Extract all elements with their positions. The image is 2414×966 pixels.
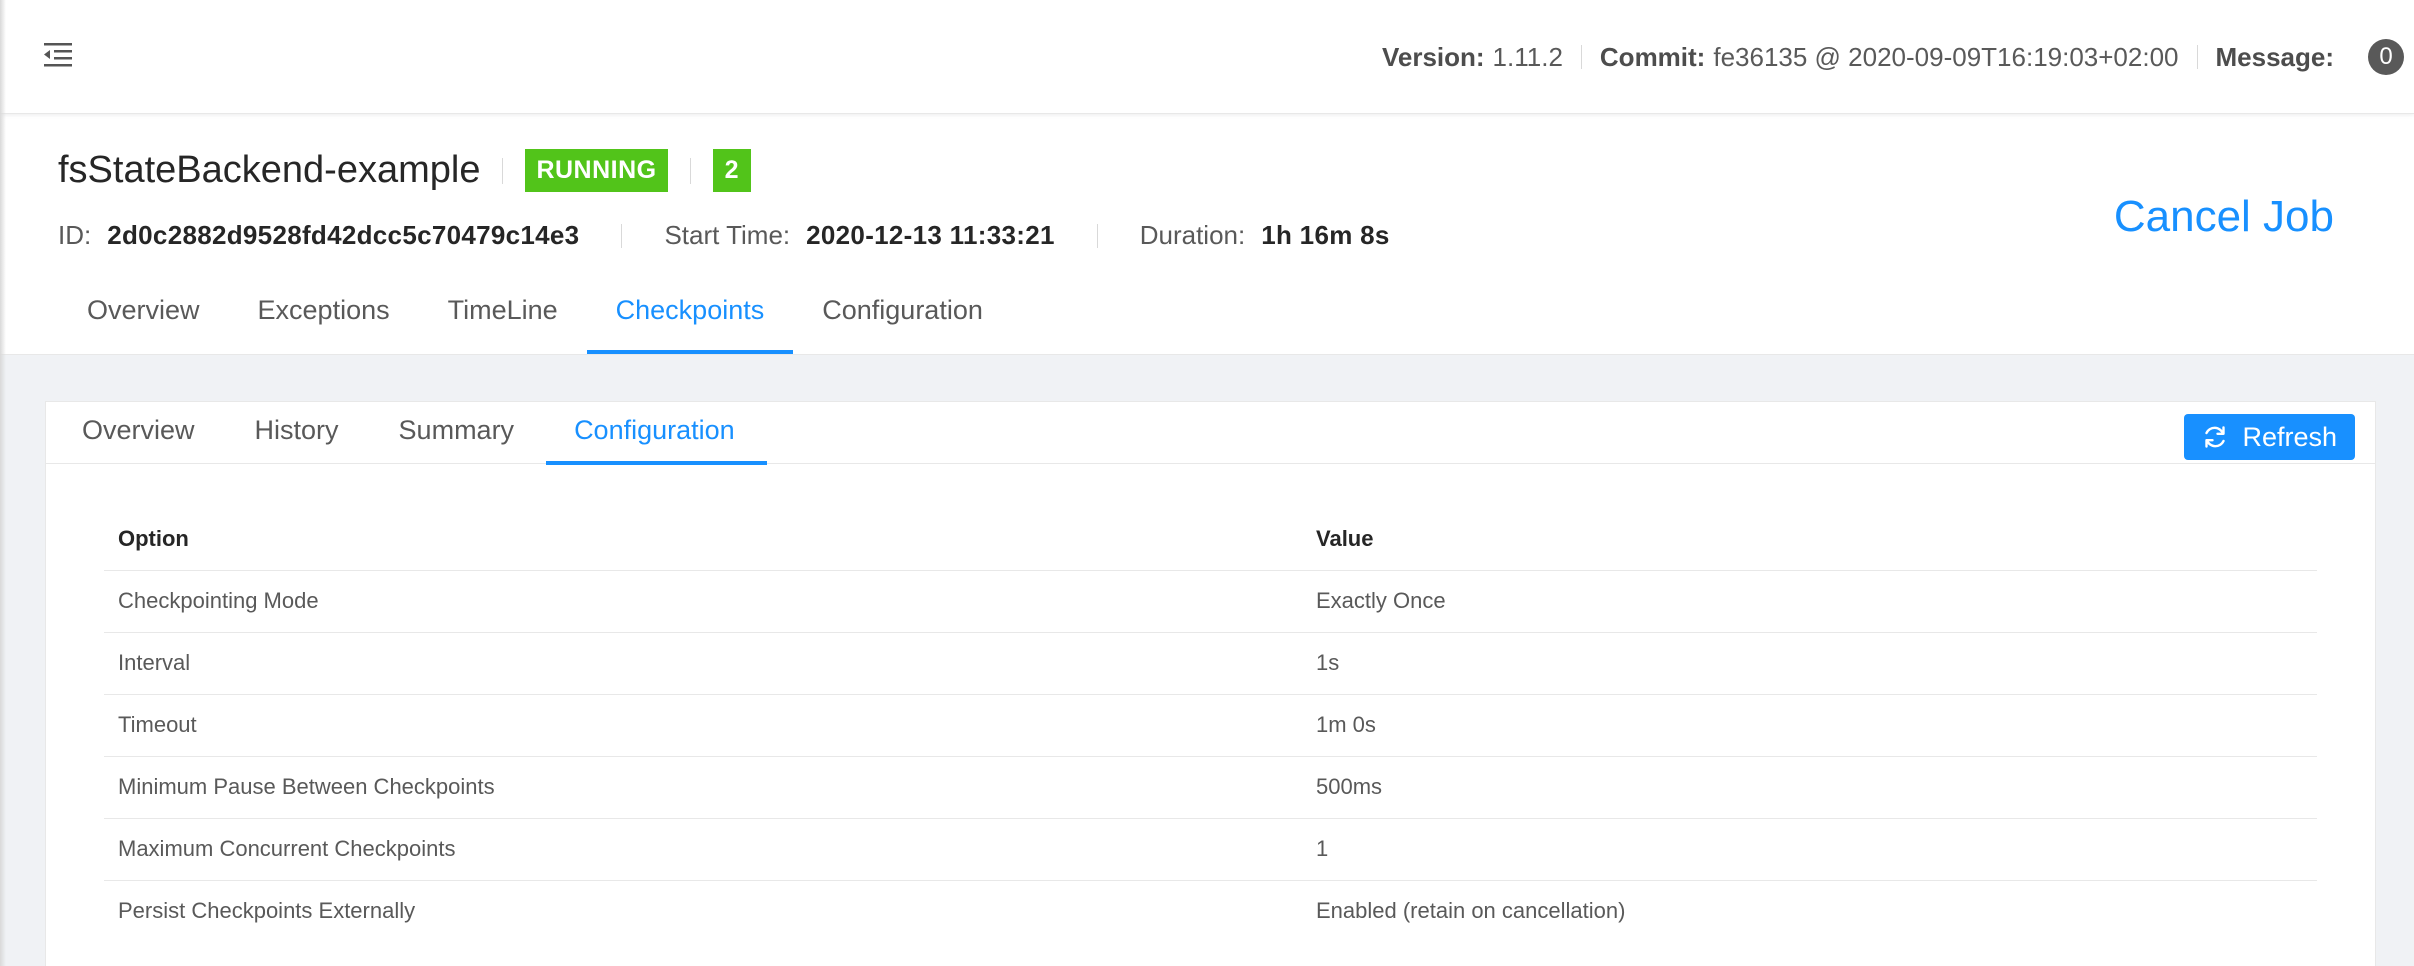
table-row: Timeout 1m 0s [104, 694, 2317, 757]
job-name: fsStateBackend-example [58, 149, 481, 191]
tab-configuration[interactable]: Configuration [793, 274, 1012, 354]
option-cell: Timeout [104, 694, 1302, 757]
window-left-edge [0, 0, 6, 966]
value-cell: 1s [1302, 632, 2317, 695]
duration-label: Duration: [1139, 220, 1246, 250]
tab-overview[interactable]: Overview [58, 274, 229, 354]
table-row: Persist Checkpoints Externally Enabled (… [104, 880, 2317, 942]
topbar-info: Version: 1.11.2 Commit: fe36135 @ 2020-0… [1382, 0, 2414, 114]
subtab-overview[interactable]: Overview [54, 402, 227, 464]
version-value: 1.11.2 [1492, 41, 1563, 72]
value-cell: 500ms [1302, 756, 2317, 819]
table-row: Minimum Pause Between Checkpoints 500ms [104, 756, 2317, 819]
tab-exceptions[interactable]: Exceptions [229, 274, 419, 354]
column-header-value: Value [1302, 508, 2317, 571]
commit-value: fe36135 @ 2020-09-09T16:19:03+02:00 [1713, 41, 2179, 72]
message-count-badge[interactable]: 0 [2368, 39, 2404, 75]
option-cell: Interval [104, 632, 1302, 695]
commit-info: Commit: fe36135 @ 2020-09-09T16:19:03+02… [1600, 42, 2179, 73]
divider [502, 157, 504, 184]
refresh-button[interactable]: Refresh [2184, 414, 2355, 460]
subtab-configuration[interactable]: Configuration [546, 402, 767, 465]
value-cell: Exactly Once [1302, 570, 2317, 633]
tab-checkpoints[interactable]: Checkpoints [586, 274, 794, 354]
option-cell: Minimum Pause Between Checkpoints [104, 756, 1302, 819]
subtab-summary[interactable]: Summary [371, 402, 547, 464]
menu-fold-icon[interactable] [42, 40, 76, 70]
table-row: Interval 1s [104, 632, 2317, 695]
value-cell: 1m 0s [1302, 694, 2317, 757]
task-count-badge: 2 [712, 149, 751, 192]
job-tabs: Overview Exceptions TimeLine Checkpoints… [58, 274, 1012, 354]
divider [689, 157, 691, 184]
divider [2196, 45, 2198, 69]
top-bar: Version: 1.11.2 Commit: fe36135 @ 2020-0… [0, 0, 2414, 114]
option-cell: Checkpointing Mode [104, 570, 1302, 633]
checkpoints-card: Overview History Summary Configuration R… [45, 401, 2376, 966]
table-row: Maximum Concurrent Checkpoints 1 [104, 818, 2317, 881]
table-row: Checkpointing Mode Exactly Once [104, 570, 2317, 633]
value-cell: 1 [1302, 818, 2317, 881]
start-time-label: Start Time: [664, 220, 791, 250]
version-info: Version: 1.11.2 [1382, 42, 1563, 73]
checkpoint-tabs: Overview History Summary Configuration [46, 402, 2375, 465]
divider [621, 223, 623, 248]
message-label: Message: [2215, 41, 2335, 72]
subtab-history[interactable]: History [227, 402, 371, 464]
message-info[interactable]: Message: 0 [2215, 39, 2404, 75]
commit-label: Commit: [1599, 41, 1706, 72]
option-cell: Maximum Concurrent Checkpoints [104, 818, 1302, 881]
start-time-value: 2020-12-13 11:33:21 [806, 220, 1055, 250]
value-cell: Enabled (retain on cancellation) [1316, 898, 1626, 924]
table-header-row: Option Value [104, 508, 2317, 571]
tab-timeline[interactable]: TimeLine [419, 274, 587, 354]
option-cell: Persist Checkpoints Externally [118, 898, 416, 924]
refresh-label: Refresh [2242, 421, 2337, 452]
column-header-option: Option [104, 508, 1302, 571]
job-id-value: 2d0c2882d9528fd42dcc5c70479c14e3 [107, 220, 580, 250]
job-meta-row: ID: 2d0c2882d9528fd42dcc5c70479c14e3 Sta… [58, 220, 1390, 251]
version-label: Version: [1381, 41, 1485, 72]
job-title-row: fsStateBackend-example RUNNING 2 [58, 149, 751, 192]
job-id-label: ID: [58, 220, 92, 250]
divider [1580, 45, 1582, 69]
sync-icon [2205, 426, 2226, 448]
job-status-badge: RUNNING [525, 149, 668, 192]
duration-value: 1h 16m 8s [1261, 220, 1390, 250]
job-header: fsStateBackend-example RUNNING 2 ID: 2d0… [0, 114, 2414, 355]
divider [1096, 223, 1098, 248]
checkpoint-config-table: Option Value Checkpointing Mode Exactly … [104, 508, 2317, 942]
cancel-job-button[interactable]: Cancel Job [2114, 192, 2334, 242]
